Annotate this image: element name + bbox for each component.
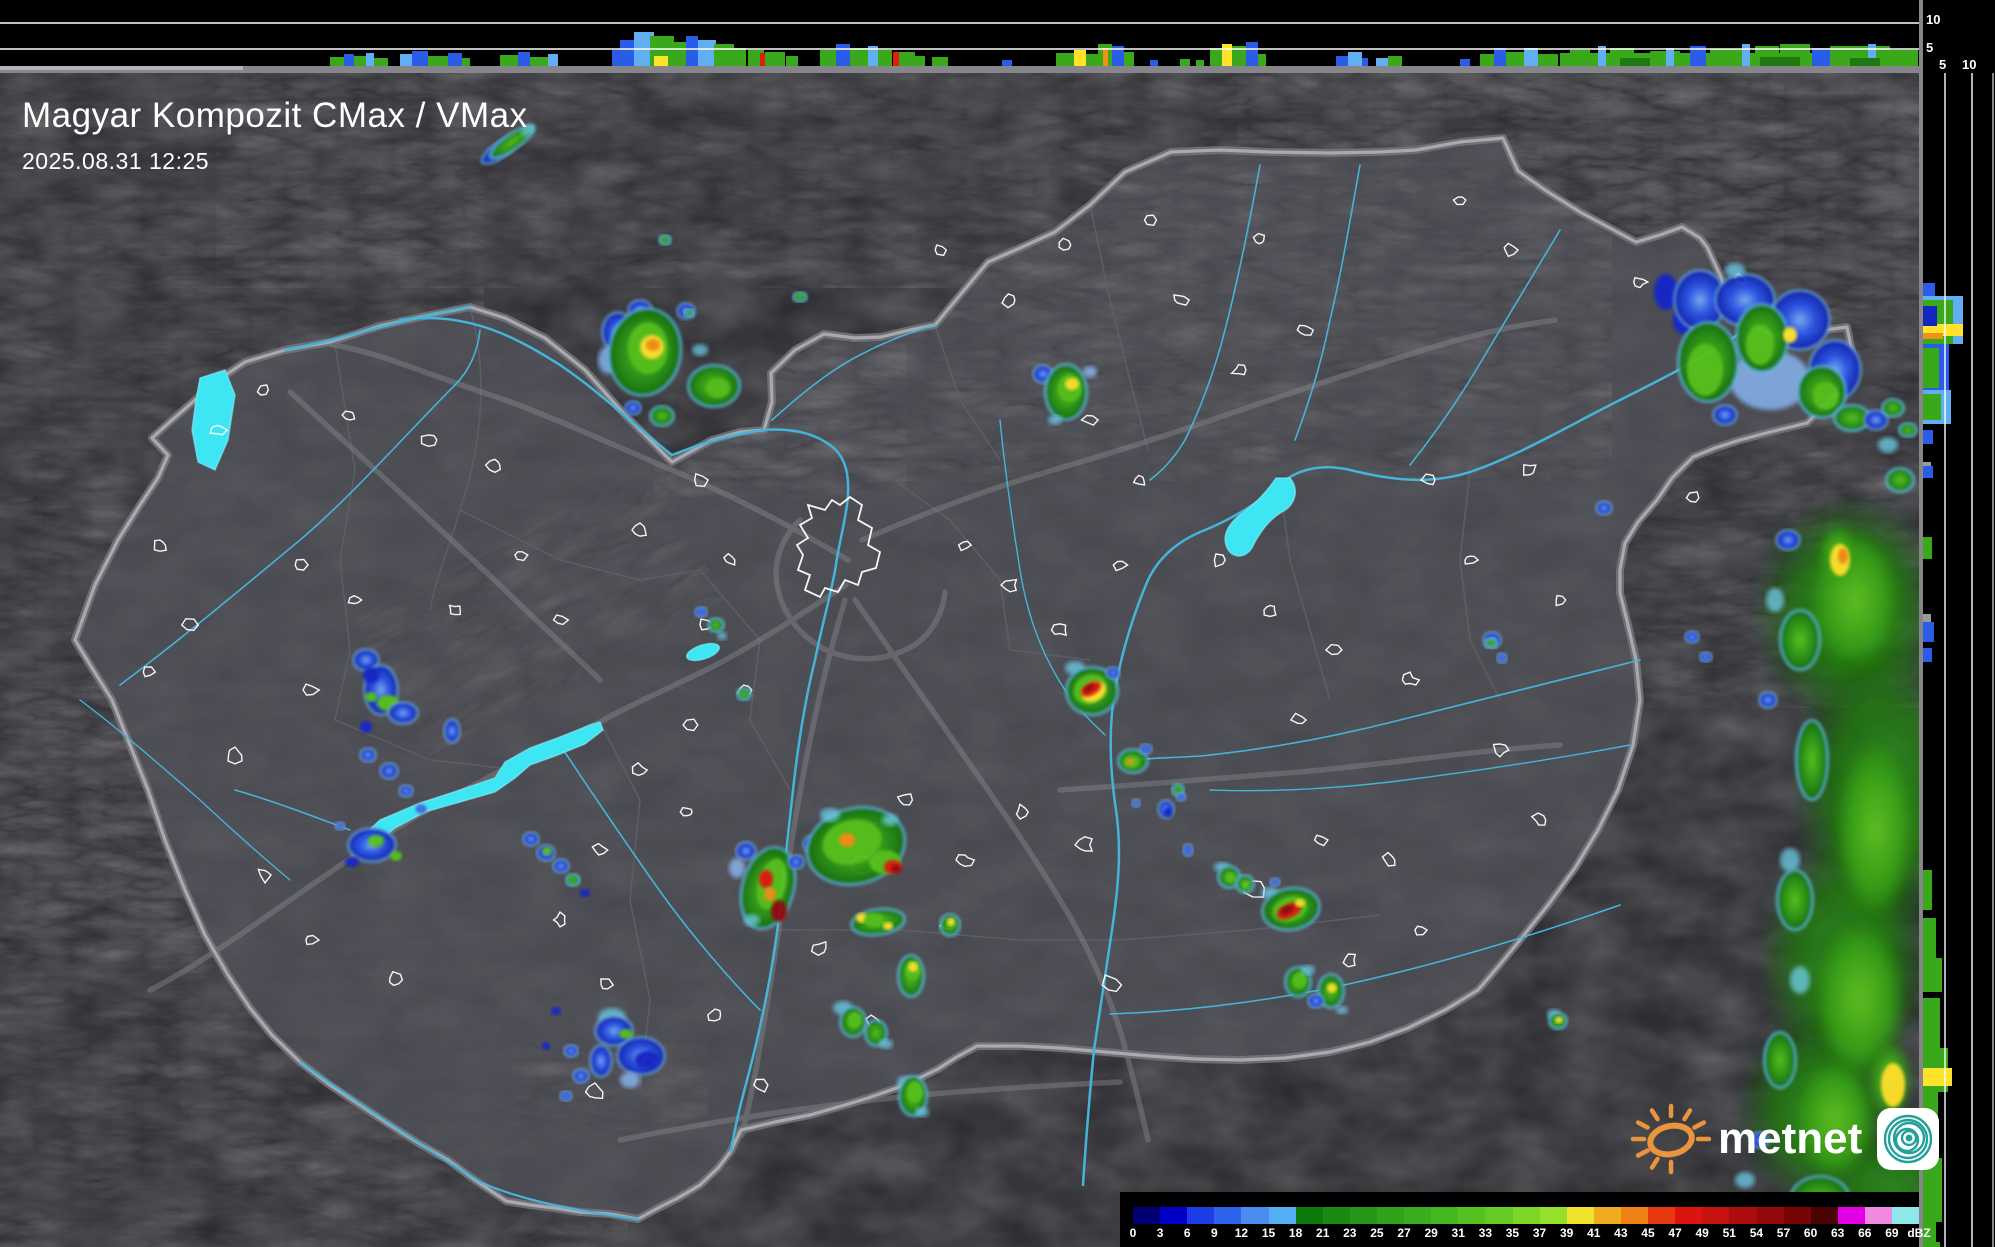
scale-tick-label: 12 (1234, 1226, 1249, 1240)
scale-cell (1593, 1207, 1621, 1224)
scale-tick-label: 6 (1183, 1226, 1191, 1240)
scale-unit-label: dBZ (1907, 1226, 1931, 1240)
scale-tick-label: 49 (1695, 1226, 1709, 1240)
scale-cell (1485, 1207, 1513, 1224)
radar-composite-page: 10 5 5 10 Magyar Kompozit CMax / VMax 20… (0, 0, 1995, 1247)
scale-cell (1675, 1207, 1703, 1224)
scale-cell (1295, 1207, 1323, 1224)
scale-tick-label: 18 (1288, 1226, 1303, 1240)
scale-tick-label: 35 (1505, 1226, 1520, 1240)
scale-cell (1404, 1207, 1432, 1224)
color-scale-labels: 0 3 6 9 12 15 18 21 23 25 27 29 31 33 35 37 39 41 43 45 47 49… (1129, 1226, 1931, 1242)
scale-cell (1349, 1207, 1377, 1224)
scale-cell (1756, 1207, 1784, 1224)
scale-tick-label: 29 (1424, 1226, 1438, 1240)
radar-map (0, 73, 1919, 1247)
scale-tick-label: 0 (1129, 1226, 1137, 1240)
scale-tick-label: 31 (1451, 1226, 1465, 1240)
scale-cell (1268, 1207, 1296, 1224)
scale-cell (1539, 1207, 1567, 1224)
scale-cell (1160, 1207, 1188, 1224)
scale-tick-label: 54 (1749, 1226, 1764, 1240)
right-height-profile (1923, 0, 1995, 1247)
top-height-profile (0, 0, 1919, 66)
scale-cell (1187, 1207, 1215, 1224)
scale-cell (1322, 1207, 1350, 1224)
right-profile-label-5: 5 (1939, 57, 1947, 72)
scale-tick-label: 47 (1668, 1226, 1682, 1240)
scale-cell (1566, 1207, 1594, 1224)
scale-tick-label: 57 (1776, 1226, 1791, 1240)
scale-tick-label: 41 (1587, 1226, 1601, 1240)
scale-cell (1620, 1207, 1649, 1224)
scale-cell (1837, 1207, 1865, 1224)
scale-cell (1458, 1207, 1486, 1224)
dbz-color-scale: 0 3 6 9 12 15 18 21 23 25 27 29 31 33 35 37 39 41 43 45 47 49… (1120, 1192, 1931, 1247)
sun-icon (1630, 1103, 1712, 1175)
scale-tick-label: 3 (1156, 1226, 1164, 1240)
scale-tick-label: 60 (1803, 1226, 1818, 1240)
scale-tick-label: 27 (1397, 1226, 1411, 1240)
scale-cell (1729, 1207, 1757, 1224)
metnet-logo: metnet (1628, 1100, 1940, 1178)
metnet-app-icon (1877, 1108, 1940, 1170)
scale-cell (1783, 1207, 1811, 1224)
scale-tick-label: 21 (1316, 1226, 1330, 1240)
scale-cell (1810, 1207, 1838, 1224)
scale-tick-label: 69 (1885, 1226, 1899, 1240)
scale-cell (1133, 1207, 1161, 1224)
scale-cell (1376, 1207, 1405, 1224)
scale-tick-label: 23 (1343, 1226, 1357, 1240)
scale-cell (1892, 1207, 1920, 1224)
scale-cell (1702, 1207, 1730, 1224)
scale-cell (1214, 1207, 1242, 1224)
separator-highlight (0, 66, 243, 70)
top-profile-label-5: 5 (1926, 40, 1934, 55)
horizontal-separator (0, 66, 1919, 73)
title-block: Magyar Kompozit CMax / VMax 2025.08.31 1… (22, 96, 528, 175)
scale-tick-label: 63 (1831, 1226, 1845, 1240)
logo-text: metnet (1718, 1114, 1863, 1163)
scale-cell (1241, 1207, 1269, 1224)
scale-cell (1431, 1207, 1459, 1224)
scale-cell (1512, 1207, 1540, 1224)
scale-tick-label: 25 (1370, 1226, 1384, 1240)
scale-cell (1864, 1207, 1893, 1224)
scale-tick-label: 37 (1532, 1226, 1547, 1240)
scale-tick-label: 45 (1641, 1226, 1655, 1240)
scale-tick-label: 51 (1722, 1226, 1736, 1240)
scale-tick-label: 33 (1478, 1226, 1493, 1240)
scale-tick-label: 43 (1614, 1226, 1628, 1240)
scale-tick-label: 39 (1559, 1226, 1574, 1240)
scale-tick-label: 15 (1261, 1226, 1276, 1240)
color-scale-cells (1133, 1207, 1920, 1224)
scale-tick-label: 66 (1858, 1226, 1872, 1240)
top-profile-label-10: 10 (1926, 12, 1941, 27)
timestamp: 2025.08.31 12:25 (22, 148, 210, 174)
page-title: Magyar Kompozit CMax / VMax (22, 96, 528, 135)
scale-tick-label: 9 (1210, 1226, 1218, 1240)
scale-cell (1648, 1207, 1676, 1224)
right-profile-label-10: 10 (1962, 57, 1977, 72)
